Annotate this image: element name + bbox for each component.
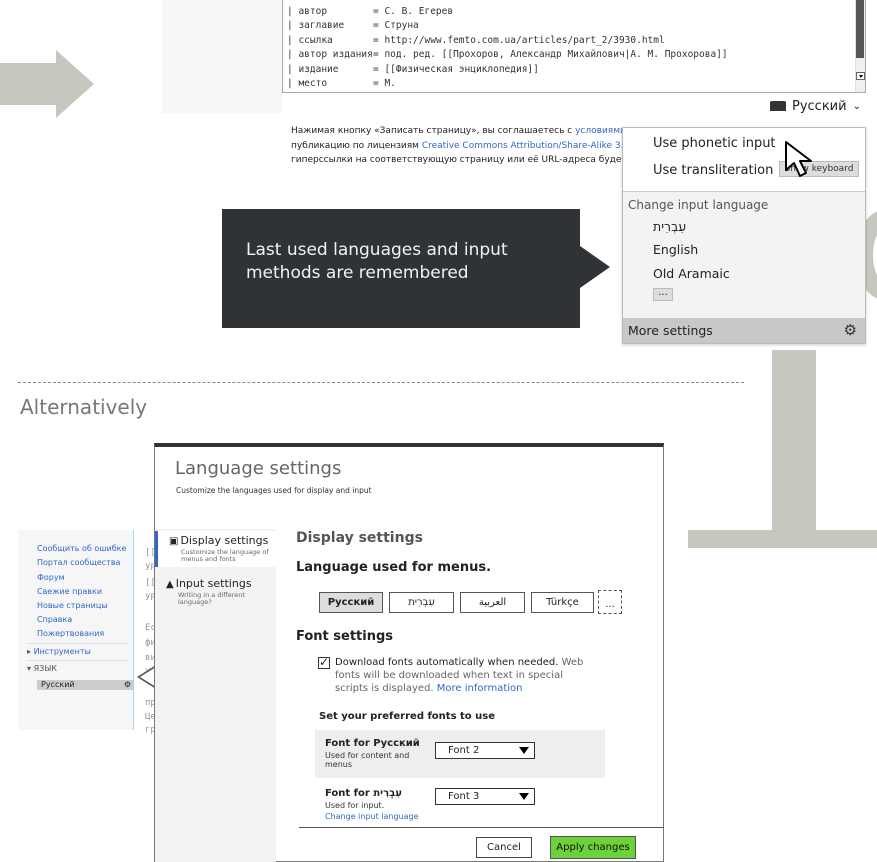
download-fonts-text: Download fonts automatically when needed… [335, 656, 595, 695]
font-select-russian[interactable]: Font 2 [435, 742, 535, 759]
flow-connector-vertical [772, 350, 816, 542]
font-row-title: Font for עִבְרִית [325, 788, 402, 799]
change-input-language-link[interactable]: Change input language [325, 812, 419, 821]
wiki-sidebar-background [162, 0, 282, 113]
scrollbar-thumb[interactable] [856, 0, 864, 58]
scroll-down-arrow-icon[interactable] [856, 72, 865, 80]
sidebar-link[interactable]: Сообщить об ошибке [37, 544, 126, 553]
license-link[interactable]: Creative Commons Attribution/Share-Alike… [422, 141, 629, 151]
dropdown-arrow-icon [519, 793, 529, 800]
tooltip-line: Last used languages and input [246, 240, 508, 260]
wiki-sidebar: Сообщить об ошибке Портал сообщества Фор… [18, 530, 133, 730]
language-option-hebrew[interactable]: עִבְרִית [653, 219, 686, 234]
menu-language-heading: Language used for menus. [296, 560, 492, 575]
code-line: | автор = С. В. Егерев [287, 6, 454, 17]
sidebar-link[interactable]: Портал сообщества [37, 558, 120, 567]
menu-language-more-button[interactable]: ... [598, 590, 622, 614]
dialog-title: Language settings [175, 458, 342, 479]
gear-icon[interactable]: ⚙ [124, 680, 131, 690]
keyboard-icon [770, 101, 786, 111]
more-information-link[interactable]: More information [437, 683, 523, 694]
font-row-subtitle: Used for content and menus [325, 751, 410, 769]
cancel-button[interactable]: Cancel [476, 837, 532, 858]
chevron-down-icon: ⌄ [852, 100, 861, 112]
more-languages-button[interactable]: ... [653, 288, 673, 301]
use-transliteration[interactable]: Use transliteration [653, 163, 773, 178]
use-phonetic-input[interactable]: Use phonetic input [653, 136, 776, 151]
dialog-subtitle: Customize the languages used for display… [176, 486, 372, 495]
sidebar-link[interactable]: Справка [37, 615, 72, 624]
gear-icon[interactable]: ⚙ [844, 323, 857, 338]
sidebar-link[interactable]: Форум [37, 573, 65, 582]
tooltip-line: methods are remembered [246, 263, 469, 283]
more-settings-bar[interactable]: More settings ⚙ [623, 318, 865, 343]
code-line: | автор издания= под. ред. [[Прохоров, А… [287, 49, 728, 60]
dashed-separator [18, 382, 744, 383]
sidebar-link[interactable]: Новые страницы [37, 601, 108, 610]
language-settings-dialog: Language settings Customize the language… [154, 443, 664, 862]
display-settings-heading: Display settings [296, 530, 423, 546]
input-language-trigger[interactable]: Русский ⌄ [770, 96, 861, 116]
flow-connector-horizontal [688, 530, 877, 548]
sidebar-divider [27, 660, 127, 661]
nav-input-settings[interactable]: ▲ Input settings Writing in a different l… [155, 574, 276, 610]
sidebar-languages-toggle[interactable]: ▾ ЯЗЫК [27, 664, 57, 673]
settings-nav: ▣ Display settings Customize the language… [155, 529, 276, 862]
preferred-fonts-heading: Set your preferred fonts to use [319, 711, 495, 722]
code-line: | место = М. [287, 78, 396, 89]
menu-language-turkish[interactable]: Türkçe [531, 592, 594, 613]
input-language-label: Русский [792, 98, 847, 114]
flow-arrow-shaft [0, 63, 56, 105]
dialog-footer-divider [299, 827, 664, 828]
sidebar-border [133, 530, 134, 730]
mouse-cursor-icon [785, 141, 812, 177]
font-select-hebrew[interactable]: Font 3 [435, 788, 535, 805]
menu-language-hebrew[interactable]: עִבְרִית [389, 592, 454, 613]
download-fonts-checkbox[interactable]: ✓ [318, 656, 330, 669]
wiki-source-editor[interactable]: | автор = С. В. Егерев | заглавие = Струна… [282, 0, 866, 93]
tooltip-remembered-languages: Last used languages and input methods ar… [222, 209, 580, 328]
flow-arrow-head [56, 50, 94, 118]
font-row-hebrew: Font for עִבְרִית Used for input. Change… [315, 780, 605, 828]
sidebar-tools-toggle[interactable]: ▸ Инструменты [27, 647, 91, 656]
font-settings-heading: Font settings [296, 629, 394, 644]
language-option-english[interactable]: English [653, 242, 698, 257]
legal-note-line: гиперссылки на соответствующую страницу … [291, 155, 647, 165]
code-line: | издание = [[Физическая энциклопедия]] [287, 64, 539, 75]
sidebar-current-language[interactable]: Русский ⚙ [37, 680, 133, 690]
caret-right-icon: ▸ [27, 647, 32, 656]
code-line: | заглавие = Струна [287, 20, 419, 31]
code-line: | ссылка = http://www.femto.com.ua/articl… [287, 35, 665, 46]
alternatively-label: Alternatively [20, 395, 148, 419]
download-fonts-label: Download fonts automatically when needed… [335, 657, 559, 668]
keyboard-icon: ▲ [166, 579, 174, 590]
legal-note-line: публикацию по лицензиям Creative Commons… [291, 141, 646, 152]
font-row-subtitle: Used for input. [325, 801, 385, 810]
nav-display-settings[interactable]: ▣ Display settings Customize the language… [155, 531, 276, 567]
sidebar-link[interactable]: Пожертвования [37, 629, 104, 638]
change-input-language-heading: Change input language [628, 198, 769, 212]
editor-scrollbar[interactable] [855, 0, 865, 92]
sidebar-divider [27, 643, 127, 644]
font-row-title: Font for Русский [325, 738, 420, 749]
apply-changes-button[interactable]: Apply changes [550, 836, 636, 859]
menu-language-russian[interactable]: Русский [319, 592, 383, 613]
legal-note-line: Нажимая кнопку «Записать страницу», вы с… [291, 126, 651, 136]
display-icon: ▣ [169, 536, 179, 547]
input-method-menu: Use phonetic input Use transliteration S… [622, 127, 866, 344]
more-settings-label: More settings [628, 323, 713, 338]
language-option-old-aramaic[interactable]: Old Aramaic [653, 266, 730, 281]
tooltip-pointer [580, 246, 610, 288]
font-row-russian: Font for Русский Used for content and me… [315, 730, 605, 778]
dropdown-arrow-icon [519, 747, 529, 754]
menu-language-arabic[interactable]: العربية [460, 592, 525, 613]
caret-down-icon: ▾ [27, 664, 32, 673]
sidebar-link[interactable]: Свежие правки [37, 587, 102, 596]
